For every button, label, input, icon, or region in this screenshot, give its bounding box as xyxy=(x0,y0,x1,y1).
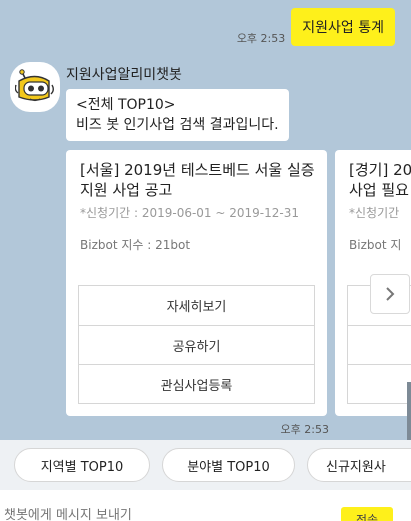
card-period: *신청기간 : 2019-06-01 ~ 2019-12-31 xyxy=(80,206,299,220)
message-time: 오후 2:53 xyxy=(280,423,329,436)
carousel-next-button[interactable] xyxy=(370,274,410,314)
card-title-line: 사업 필요 xyxy=(349,181,409,199)
program-card: [서울] 2019년 테스트베드 서울 실증지원 사업 공고 *신청기간 : 2… xyxy=(66,150,327,416)
bot-message-line: <전체 TOP10> xyxy=(76,97,176,113)
outgoing-message-bubble: 지원사업 통계 xyxy=(291,8,395,46)
quick-reply-new-programs[interactable]: 신규지원사 xyxy=(307,448,411,482)
robot-icon xyxy=(15,69,54,102)
quick-reply-field-top10[interactable]: 분야별 TOP10 xyxy=(162,448,295,482)
card-title: [서울] 2019년 테스트베드 서울 실증지원 사업 공고 xyxy=(80,161,315,199)
bot-message-line: 비즈 봇 인기사업 검색 결과입니다. xyxy=(76,117,279,133)
message-time: 오후 2:53 xyxy=(236,32,286,45)
chat-area: 오후 2:53 지원사업 통계 지원사업알리미챗봇 <전체 TOP10> 비즈 … xyxy=(0,0,411,440)
bot-name: 지원사업알리미챗봇 xyxy=(66,67,182,83)
card-title-line: [경기] 20 xyxy=(349,161,411,179)
send-button[interactable]: 전송 xyxy=(341,507,393,521)
quick-reply-region-top10[interactable]: 지역별 TOP10 xyxy=(14,448,150,482)
card-button-group: 자세히보기 공유하기 관심사업등록 xyxy=(78,285,315,404)
bot-message-bubble: <전체 TOP10> 비즈 봇 인기사업 검색 결과입니다. xyxy=(66,89,289,141)
bookmark-program-button[interactable] xyxy=(348,364,411,403)
details-button[interactable]: 자세히보기 xyxy=(79,286,314,325)
share-button[interactable]: 공유하기 xyxy=(79,325,314,364)
bookmark-program-button[interactable]: 관심사업등록 xyxy=(79,364,314,403)
card-bizbot-index: Bizbot 지 xyxy=(349,238,402,252)
message-input[interactable] xyxy=(4,508,304,521)
message-input-bar: 전송 xyxy=(0,490,411,521)
card-bizbot-index: Bizbot 지수 : 21bot xyxy=(80,238,191,252)
card-period: *신청기간 xyxy=(349,206,400,220)
bot-avatar[interactable] xyxy=(10,62,60,112)
quick-reply-bar: 지역별 TOP10 분야별 TOP10 신규지원사 xyxy=(0,440,411,490)
card-title: [경기] 20 사업 필요 xyxy=(349,160,411,200)
share-button[interactable] xyxy=(348,325,411,364)
card-carousel[interactable]: [서울] 2019년 테스트베드 서울 실증지원 사업 공고 *신청기간 : 2… xyxy=(66,150,411,418)
chevron-right-icon xyxy=(386,287,395,301)
outgoing-message-row: 오후 2:53 지원사업 통계 xyxy=(237,8,395,46)
chat-scrollbar[interactable] xyxy=(407,382,411,440)
